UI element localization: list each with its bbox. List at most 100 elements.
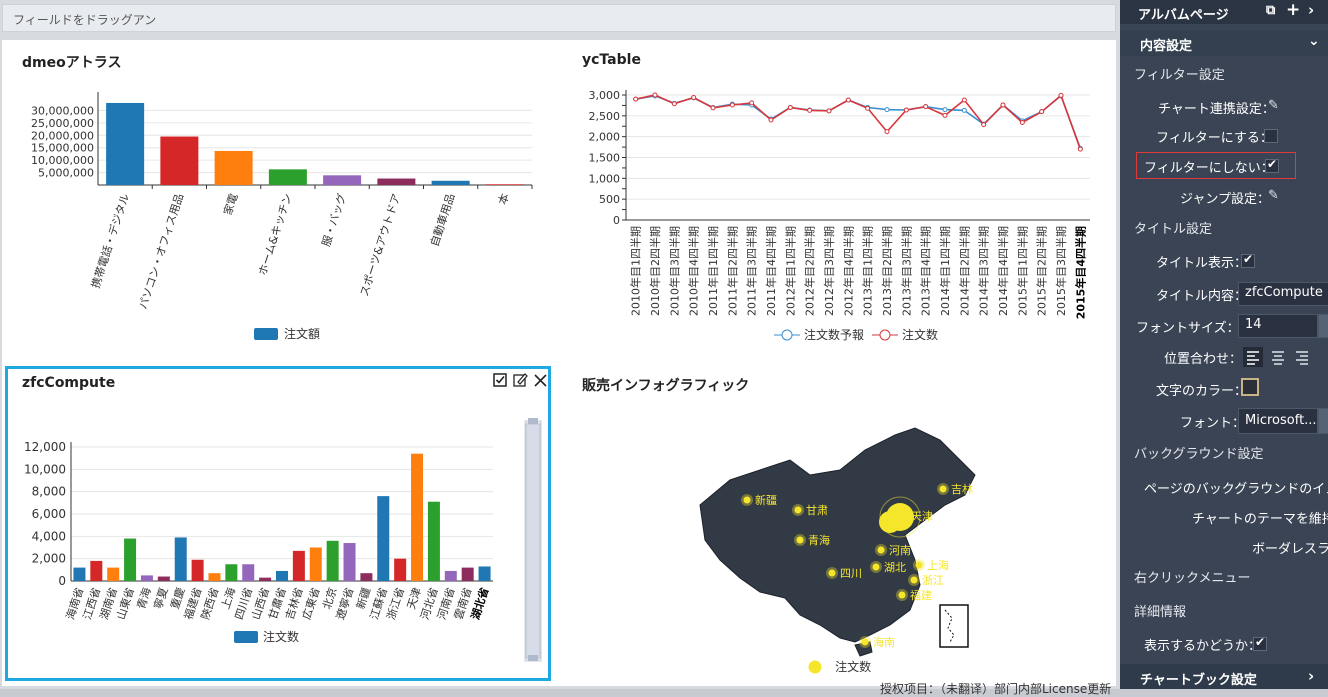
x-tick-label: 2013年目4四半期 (919, 226, 933, 316)
map-label: 上海 (927, 558, 949, 572)
x-tick-label: 2015年目2四半期 (1035, 226, 1049, 316)
map-label: 新疆 (755, 493, 777, 507)
filter-section-title: フィルター設定 (1134, 68, 1225, 83)
x-tick-label: 2014年目1四半期 (938, 226, 952, 316)
data-zoom-slider[interactable] (522, 418, 544, 664)
content-settings-label: 内容設定 (1140, 39, 1193, 54)
font-select-arrow[interactable] (1318, 408, 1328, 434)
legend-label: 注文数 (902, 327, 938, 342)
album-page-label: アルバムページ (1138, 8, 1229, 23)
title-section-title: タイトル設定 (1134, 222, 1213, 237)
edit-icon[interactable] (513, 373, 528, 387)
align-right-icon[interactable] (1292, 347, 1312, 371)
field-drop-bar[interactable]: フィールドをドラッグアン (2, 4, 1116, 32)
plus-icon[interactable]: + (1286, 0, 1300, 20)
x-tick-label: 2010年目3四半期 (667, 226, 681, 316)
chartbook-settings-header[interactable]: チャートブック設定 › (1120, 664, 1328, 689)
bar (124, 538, 137, 581)
bar (377, 496, 390, 581)
bar (208, 573, 221, 581)
series-point (884, 107, 890, 113)
y-tick-label: 6,000 (32, 507, 66, 521)
marker-dot (796, 536, 804, 544)
jump-edit-icon[interactable]: ✎ (1268, 188, 1279, 203)
bar (214, 150, 253, 185)
x-tick-label: 2014年目2四半期 (957, 226, 971, 316)
y-tick-label: 0 (613, 214, 620, 227)
keep-theme-row[interactable]: チャートのテーマを維持 (1120, 508, 1328, 528)
show-checkbox[interactable] (1253, 635, 1267, 651)
font-select[interactable]: Microsoft... (1238, 408, 1318, 434)
series-point (826, 108, 832, 114)
widget-title-4: 販売インフォグラフィック (582, 378, 750, 394)
series-point (1000, 102, 1006, 108)
legend-label: 注文数予報 (804, 327, 864, 342)
x-tick-label: 2010年目4四半期 (687, 226, 701, 316)
bg-image-row[interactable]: ページのバックグラウンドのイメ (1120, 478, 1328, 498)
checkbox-icon[interactable] (493, 373, 507, 387)
font-size-input[interactable]: 14 (1238, 314, 1318, 338)
title-show-row: タイトル表示： (1120, 252, 1328, 272)
align-row: 位置合わせ： (1120, 347, 1328, 371)
line-chart-orders: 0 500 1,000 1,500 2,000 2,500 3,000 2010年目1四半期 2… (589, 89, 1090, 342)
china-map: 新疆甘肃青海四川 湖北 河南上海浙江福建海南 吉林天津 (699, 427, 976, 657)
right-click-menu-title[interactable]: 右クリックメニュー (1120, 567, 1328, 589)
x-tick-label: 2011年目3四半期 (745, 226, 759, 316)
y-tick-label: 10,000,000 (31, 154, 94, 167)
marker-dot (939, 485, 947, 493)
bar (106, 102, 145, 185)
series-point (923, 104, 929, 110)
legend-marker (781, 329, 793, 341)
bar (343, 543, 356, 581)
map-label: 四川 (840, 567, 862, 580)
bar (292, 550, 305, 581)
font-size-stepper[interactable] (1318, 314, 1328, 338)
map-label: 青海 (808, 533, 830, 547)
text-color-row: 文字のカラー： (1156, 384, 1248, 399)
x-tick-label: 2013年目3四半期 (899, 226, 913, 316)
series-point (1058, 92, 1064, 98)
series-point (845, 97, 851, 103)
chevron-right-icon[interactable]: › (1308, 1, 1314, 19)
title-show-checkbox[interactable] (1241, 252, 1255, 268)
filter-off-checkbox[interactable] (1265, 157, 1279, 173)
x-tick-label: 2014年目4四半期 (996, 226, 1010, 316)
map-label: 海南 (873, 635, 895, 649)
x-tick-label: 服・バッグ (319, 192, 349, 249)
borderless-row[interactable]: ボーダレスラ (1120, 538, 1328, 558)
filter-on-checkbox[interactable] (1264, 128, 1278, 143)
jump-setting-row: ジャンプ設定： ✎ (1180, 188, 1279, 207)
slider-handle-bottom (528, 655, 538, 661)
marker-dot (828, 569, 836, 577)
title-content-input[interactable]: zfcCompute (1238, 282, 1328, 306)
y-tick-label: 10,000 (24, 462, 66, 476)
duplicate-icon[interactable]: ⧉ (1266, 3, 1275, 18)
legend-swatch (254, 328, 278, 340)
y-tick-label: 3,000 (589, 89, 621, 102)
align-left-icon[interactable] (1243, 347, 1263, 367)
text-color-swatch[interactable] (1241, 378, 1259, 396)
x-tick-label: 2012年目1四半期 (783, 226, 797, 316)
bar (157, 576, 170, 581)
y-tick-label: 1,000 (589, 172, 621, 185)
series-point (903, 107, 909, 113)
chart-link-edit-icon[interactable]: ✎ (1268, 98, 1279, 113)
content-settings-header[interactable]: 内容設定 ⌄ (1120, 30, 1328, 56)
series-point (710, 105, 716, 111)
widget-title-1: dmeoアトラス (22, 55, 122, 71)
show-row: 表示するかどうか： (1120, 635, 1328, 655)
x-tick-label: スポーツ&アウトドア (358, 192, 404, 298)
close-icon[interactable] (534, 374, 547, 387)
align-center-icon[interactable] (1268, 347, 1288, 371)
chevron-down-icon[interactable]: ⌄ (1308, 33, 1320, 49)
bar (160, 136, 199, 185)
bar-chart-provinces: 02,0004,0006,0008,00010,00012,000海南省江西省湖… (24, 440, 493, 644)
bar (326, 540, 339, 581)
y-tick-label: 2,500 (589, 110, 621, 123)
x-tick-label: パソコン・オフィス用品 (137, 192, 187, 311)
workspace: フィールドをドラッグアン dmeoアトラス 5,000,000 10,000,00… (0, 0, 1120, 696)
chevron-right-icon[interactable]: › (1308, 667, 1314, 685)
x-tick-label: 2012年目2四半期 (803, 226, 817, 316)
bar (174, 537, 187, 581)
y-tick-label: 500 (599, 193, 620, 206)
